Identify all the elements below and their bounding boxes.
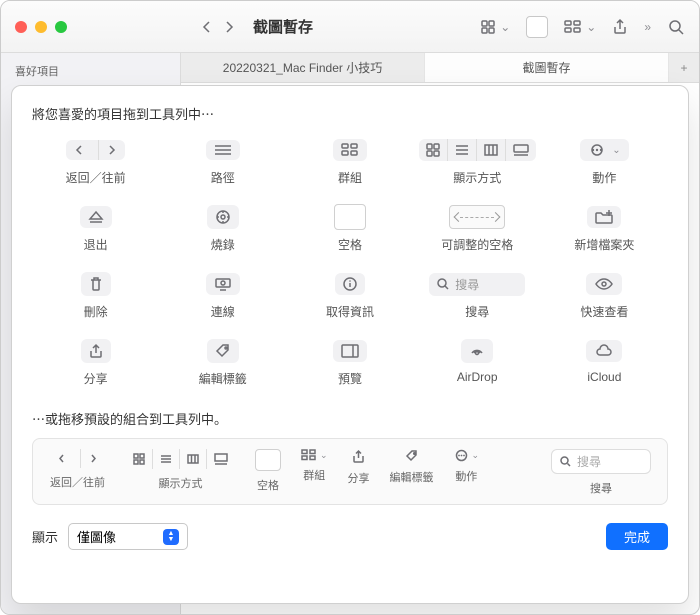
default-back-forward: 返回／往前 <box>49 449 106 490</box>
item-space[interactable]: 空格 <box>286 204 413 253</box>
tab-1[interactable]: 截圖暫存 <box>425 53 669 82</box>
sheet-heading: 將您喜愛的項目拖到工具列中⋯ <box>32 104 668 123</box>
forward-button[interactable] <box>223 19 235 35</box>
item-quick-look[interactable]: 快速查看 <box>541 271 668 320</box>
item-get-info[interactable]: 取得資訊 <box>286 271 413 320</box>
item-airdrop[interactable]: AirDrop <box>414 338 541 387</box>
show-mode-select[interactable]: 僅圖像 ▲▼ <box>68 523 188 550</box>
view-list-icon <box>447 139 476 161</box>
default-group: ⌄ 群組 <box>301 449 328 483</box>
zoom-window-button[interactable] <box>55 21 67 33</box>
item-edit-tags[interactable]: 編輯標籤 <box>159 338 286 387</box>
search-field-glyph: 搜尋 <box>429 273 525 296</box>
new-tab-button[interactable]: + <box>669 53 699 82</box>
close-window-button[interactable] <box>15 21 27 33</box>
default-toolbar-set[interactable]: 返回／往前 顯示方式 空格 ⌄ 群組 分 <box>32 438 668 505</box>
back-button[interactable] <box>201 19 213 35</box>
item-path[interactable]: 路徑 <box>159 137 286 186</box>
default-search: 搜尋 搜尋 <box>551 449 651 496</box>
default-share: 分享 <box>348 449 370 486</box>
toolbar-search-button[interactable] <box>667 18 685 36</box>
toolbar-view-switch[interactable]: ⌄ <box>480 19 510 35</box>
default-edit-tags: 編輯標籤 <box>390 449 434 485</box>
customize-toolbar-sheet: 將您喜愛的項目拖到工具列中⋯ 返回／往前 路徑 群組 <box>11 85 689 604</box>
show-label: 顯示 <box>32 527 58 546</box>
toolbar-more-button[interactable]: » <box>644 20 651 34</box>
sidebar-section-header: 喜好項目 <box>15 63 166 79</box>
titlebar: 截圖暫存 ⌄ ⌄ » <box>1 1 699 53</box>
item-back-forward[interactable]: 返回／往前 <box>32 137 159 186</box>
item-flexible-space[interactable]: 可調整的空格 <box>414 204 541 253</box>
item-action[interactable]: ⌄ 動作 <box>541 137 668 186</box>
toolbar-share-button[interactable] <box>612 18 628 36</box>
done-button[interactable]: 完成 <box>606 523 668 550</box>
default-space: 空格 <box>255 449 281 493</box>
sheet-footer: 顯示 僅圖像 ▲▼ 完成 <box>32 523 668 550</box>
item-burn[interactable]: 燒錄 <box>159 204 286 253</box>
item-icloud[interactable]: iCloud <box>541 338 668 387</box>
minimize-window-button[interactable] <box>35 21 47 33</box>
item-group[interactable]: 群組 <box>286 137 413 186</box>
toolbar-spacer <box>526 16 548 38</box>
item-new-folder[interactable]: 新增檔案夾 <box>541 204 668 253</box>
item-view[interactable]: 顯示方式 <box>414 137 541 186</box>
toolbar-group-menu[interactable]: ⌄ <box>564 20 596 34</box>
tab-0[interactable]: 20220321_Mac Finder 小技巧 <box>181 53 425 82</box>
item-delete[interactable]: 刪除 <box>32 271 159 320</box>
sheet-subheading: ⋯或拖移預設的組合到工具列中。 <box>32 409 668 428</box>
item-search[interactable]: 搜尋 搜尋 <box>414 271 541 320</box>
item-connect[interactable]: 連線 <box>159 271 286 320</box>
item-share[interactable]: 分享 <box>32 338 159 387</box>
item-preview[interactable]: 預覽 <box>286 338 413 387</box>
select-arrows-icon: ▲▼ <box>163 529 179 545</box>
item-eject[interactable]: 退出 <box>32 204 159 253</box>
view-gallery-icon <box>505 139 536 161</box>
toolbar-items-palette: 返回／往前 路徑 群組 顯示方式 ⌄ <box>32 137 668 387</box>
default-action: ⌄ 動作 <box>454 449 480 484</box>
default-view: 顯示方式 <box>126 449 235 491</box>
view-icon-grid-icon <box>419 139 447 161</box>
view-column-icon <box>476 139 505 161</box>
tab-bar: 20220321_Mac Finder 小技巧 截圖暫存 + <box>181 53 699 83</box>
window-title: 截圖暫存 <box>253 16 313 37</box>
